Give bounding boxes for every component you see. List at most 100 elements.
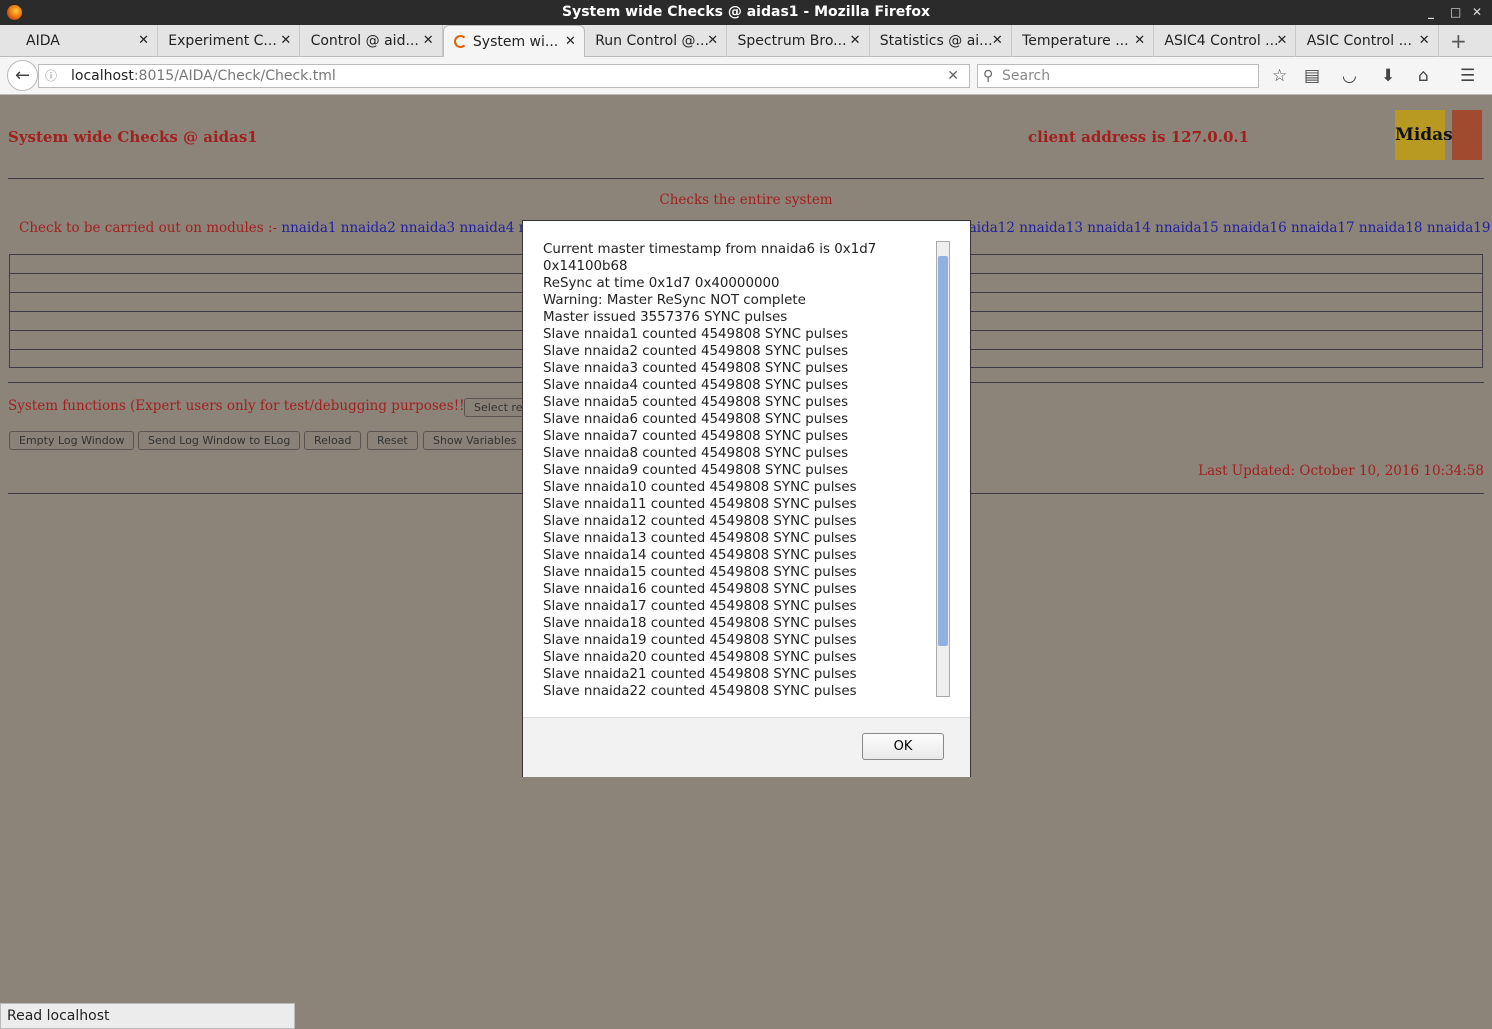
search-placeholder: Search <box>1002 68 1051 84</box>
tab-strip: AIDA ✕ Experiment C... ✕ Control @ aid... ✕ Sy… <box>0 25 1492 57</box>
maximize-icon[interactable]: □ <box>1450 0 1461 25</box>
message-line: Slave nnaida3 counted 4549808 SYNC pulse… <box>543 361 849 376</box>
close-tab-icon[interactable]: ✕ <box>1276 25 1287 57</box>
close-tab-icon[interactable]: ✕ <box>1134 25 1145 57</box>
reset-button[interactable]: Reset <box>367 431 418 450</box>
home-icon[interactable]: ⌂ <box>1418 66 1429 86</box>
message-line: Slave nnaida19 counted 4549808 SYNC puls… <box>543 633 857 648</box>
module-link[interactable]: nnaida2 <box>341 220 396 236</box>
tab[interactable]: Run Control @... ✕ <box>585 25 728 57</box>
system-functions-label: System functions (Expert users only for … <box>8 398 476 414</box>
close-tab-icon[interactable]: ✕ <box>138 25 149 57</box>
url-bar[interactable]: ⓘ localhost:8015/AIDA/Check/Check.tml ✕ <box>38 64 970 88</box>
module-link[interactable]: nnaida17 <box>1291 220 1355 236</box>
tab-label: AIDA <box>26 33 60 49</box>
module-link[interactable]: nnaida19 <box>1427 220 1491 236</box>
search-icon: ⚲ <box>983 68 994 84</box>
close-tab-icon[interactable]: ✕ <box>280 25 291 57</box>
module-link[interactable]: nnaida4 <box>459 220 514 236</box>
message-line: Slave nnaida6 counted 4549808 SYNC pulse… <box>543 412 849 427</box>
close-tab-icon[interactable]: ✕ <box>992 25 1003 57</box>
clear-url-icon[interactable]: ✕ <box>947 65 959 87</box>
reload-button[interactable]: Reload <box>304 431 362 450</box>
alert-dialog: Current master timestamp from nnaida6 is… <box>522 220 971 777</box>
message-line: Slave nnaida4 counted 4549808 SYNC pulse… <box>543 378 849 393</box>
module-link[interactable]: nnaida18 <box>1359 220 1423 236</box>
search-input[interactable]: ⚲ Search <box>977 64 1259 88</box>
message-line: Slave nnaida18 counted 4549808 SYNC puls… <box>543 616 857 631</box>
firefox-icon <box>7 5 22 20</box>
close-tab-icon[interactable]: ✕ <box>707 25 718 57</box>
status-bar: Read localhost <box>0 1003 295 1029</box>
tab-label: Run Control @... <box>595 33 709 49</box>
minimize-icon[interactable]: _ <box>1428 0 1434 25</box>
tab[interactable]: System wi... ✕ <box>442 25 585 57</box>
module-link[interactable]: nnaida3 <box>400 220 455 236</box>
divider <box>8 178 1484 179</box>
tab[interactable]: Experiment C... ✕ <box>158 25 301 57</box>
close-window-icon[interactable]: ✕ <box>1472 0 1482 25</box>
reading-list-icon[interactable]: ▤ <box>1304 66 1320 86</box>
close-tab-icon[interactable]: ✕ <box>1419 25 1430 57</box>
close-tab-icon[interactable]: ✕ <box>850 25 861 57</box>
message-line: Slave nnaida15 counted 4549808 SYNC puls… <box>543 565 857 580</box>
tab-label: Statistics @ ai... <box>879 33 993 49</box>
tab[interactable]: Statistics @ ai... ✕ <box>870 25 1012 57</box>
modules-label: Check to be carried out on modules :- <box>19 220 278 236</box>
last-updated: Last Updated: October 10, 2016 10:34:58 <box>1198 463 1484 479</box>
message-line: Slave nnaida17 counted 4549808 SYNC puls… <box>543 599 857 614</box>
message-line: Slave nnaida12 counted 4549808 SYNC puls… <box>543 514 857 529</box>
tcl-logo <box>1452 110 1482 160</box>
client-address: client address is 127.0.0.1 <box>1028 128 1250 146</box>
close-tab-icon[interactable]: ✕ <box>423 25 434 57</box>
message-line: Slave nnaida7 counted 4549808 SYNC pulse… <box>543 429 849 444</box>
module-link[interactable]: nnaida16 <box>1223 220 1287 236</box>
tab-label: ASIC4 Control ... <box>1164 33 1279 49</box>
send-log-to-elog-button[interactable]: Send Log Window to ELog <box>138 431 301 450</box>
message-line: Slave nnaida21 counted 4549808 SYNC puls… <box>543 667 857 682</box>
message-line: Current master timestamp from nnaida6 is… <box>543 242 877 257</box>
show-variables-button[interactable]: Show Variables <box>423 431 527 450</box>
tab[interactable]: Spectrum Bro... ✕ <box>728 25 870 57</box>
info-icon[interactable]: ⓘ <box>45 65 57 87</box>
tab-label: ASIC Control ... <box>1306 33 1412 49</box>
dialog-scrollbar[interactable] <box>936 241 950 697</box>
tab[interactable]: ASIC Control ... ✕ <box>1297 25 1439 57</box>
tab-label: Experiment C... <box>168 33 277 49</box>
message-line: Slave nnaida13 counted 4549808 SYNC puls… <box>543 531 857 546</box>
tab[interactable]: AIDA ✕ <box>0 25 158 57</box>
dialog-footer: OK <box>523 717 970 777</box>
module-link[interactable]: nnaida15 <box>1155 220 1219 236</box>
message-line: Slave nnaida8 counted 4549808 SYNC pulse… <box>543 446 849 461</box>
message-line: Warning: Master ReSync NOT complete <box>543 293 806 308</box>
tab[interactable]: ASIC4 Control ... ✕ <box>1154 25 1297 57</box>
new-tab-icon[interactable]: + <box>1450 29 1467 53</box>
module-link[interactable]: nnaida1 <box>281 220 336 236</box>
tab-label: System wi... <box>472 34 559 50</box>
message-line: ReSync at time 0x1d7 0x40000000 <box>543 276 780 291</box>
page-subtitle: Checks the entire system <box>659 192 833 208</box>
module-link[interactable]: nnaida14 <box>1087 220 1151 236</box>
menu-icon[interactable]: ☰ <box>1460 66 1475 86</box>
loading-icon <box>453 35 467 48</box>
tab[interactable]: Temperature ... ✕ <box>1012 25 1155 57</box>
url-path: :8015/AIDA/Check/Check.tml <box>133 68 336 84</box>
dialog-message: Current master timestamp from nnaida6 is… <box>543 241 938 697</box>
message-line: Slave nnaida20 counted 4549808 SYNC puls… <box>543 650 857 665</box>
empty-log-window-button[interactable]: Empty Log Window <box>9 431 135 450</box>
message-line: Slave nnaida1 counted 4549808 SYNC pulse… <box>543 327 849 342</box>
message-line: Slave nnaida14 counted 4549808 SYNC puls… <box>543 548 857 563</box>
pocket-icon[interactable]: ◡ <box>1342 66 1357 86</box>
download-icon[interactable]: ⬇ <box>1381 66 1395 86</box>
message-line: Slave nnaida11 counted 4549808 SYNC puls… <box>543 497 857 512</box>
bookmark-star-icon[interactable]: ☆ <box>1272 66 1287 86</box>
close-tab-icon[interactable]: ✕ <box>565 26 576 57</box>
message-line: Slave nnaida2 counted 4549808 SYNC pulse… <box>543 344 849 359</box>
tab-label: Spectrum Bro... <box>737 33 847 49</box>
ok-button[interactable]: OK <box>862 733 944 760</box>
tab[interactable]: Control @ aid... ✕ <box>301 25 443 57</box>
scrollbar-thumb[interactable] <box>938 256 948 646</box>
window-title: System wide Checks @ aidas1 - Mozilla Fi… <box>561 4 930 20</box>
module-link[interactable]: nnaida13 <box>1019 220 1083 236</box>
back-button[interactable]: ← <box>7 60 38 91</box>
